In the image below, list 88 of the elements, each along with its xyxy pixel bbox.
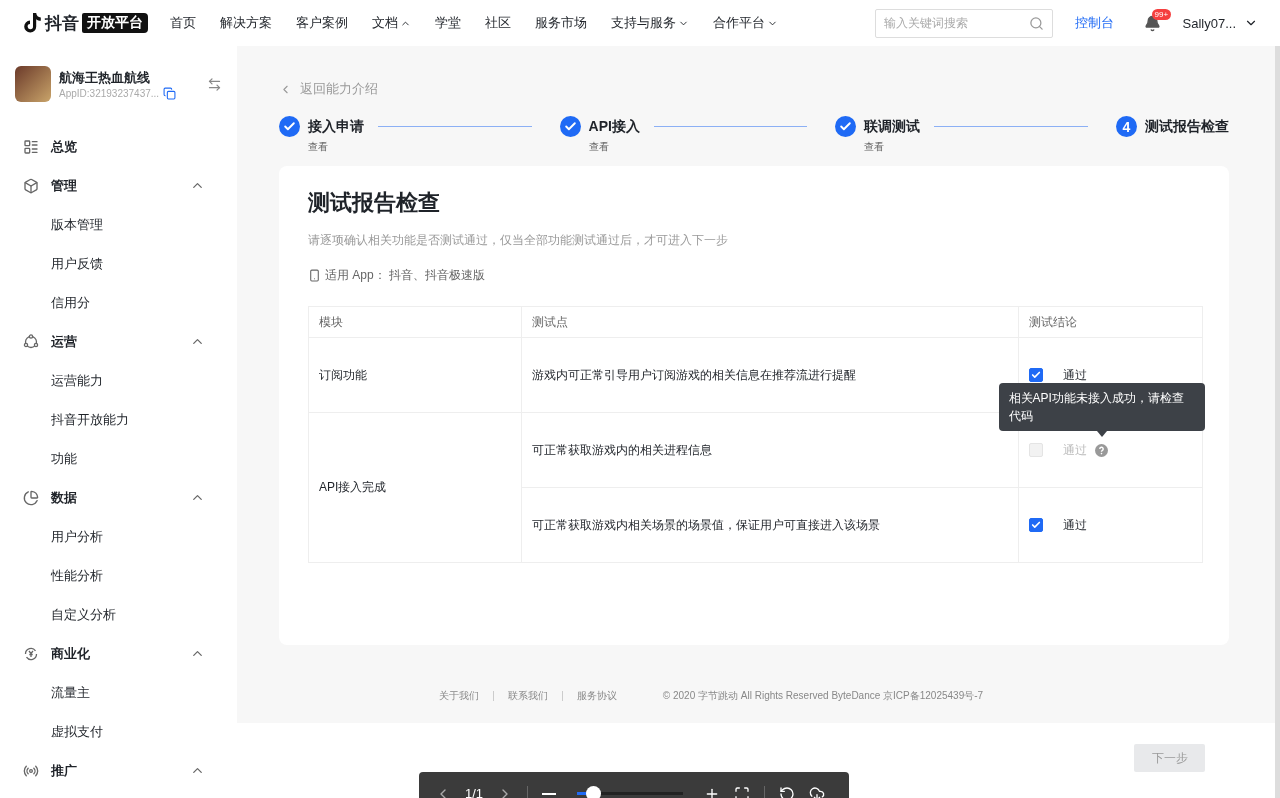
checkbox[interactable]: [1029, 518, 1044, 532]
group-label: 运营: [51, 332, 78, 351]
group-label: 推广: [51, 761, 78, 780]
nav-link[interactable]: 合作平台: [713, 14, 778, 32]
download-button[interactable]: [809, 786, 826, 798]
group-label: 管理: [51, 176, 78, 195]
sidebar-item[interactable]: 自定义分析: [0, 595, 237, 634]
sidebar-item[interactable]: 抖音开放能力: [0, 400, 237, 439]
notification-badge: 99+: [1151, 8, 1172, 20]
step-title: 接入申请: [308, 117, 364, 136]
circle-nodes-icon: [23, 333, 39, 350]
search-icon: [1028, 15, 1044, 31]
sidebar-group[interactable]: 数据: [0, 478, 237, 517]
console-link[interactable]: 控制台: [1074, 14, 1114, 32]
column-header: 测试点: [521, 306, 1019, 338]
tooltip-arrow: [1096, 430, 1107, 437]
rotate-icon: [779, 786, 796, 798]
app-id: AppID:32193237437...: [59, 87, 160, 99]
music-note-icon: [22, 12, 42, 34]
column-header: 测试结论: [1018, 306, 1203, 338]
group-label: 总览: [51, 137, 78, 156]
copy-icon[interactable]: [163, 86, 177, 100]
nav-link[interactable]: 文档: [372, 14, 411, 32]
nav-link[interactable]: 服务市场: [535, 14, 587, 32]
checkbox[interactable]: [1029, 368, 1044, 382]
module-cell: 订阅功能: [308, 337, 522, 413]
footer-link[interactable]: 服务协议: [576, 689, 617, 703]
sidebar-group[interactable]: 推广: [0, 751, 237, 790]
step-title: API接入: [588, 117, 640, 136]
app-name: 航海王热血航线: [59, 68, 151, 87]
result-label: 通过: [1063, 441, 1088, 459]
nav-link[interactable]: 首页: [170, 14, 196, 32]
sidebar-item[interactable]: 功能: [0, 439, 237, 478]
sidebar-group[interactable]: 运营: [0, 322, 237, 361]
sidebar-item[interactable]: 流量主: [0, 673, 237, 712]
slider-thumb[interactable]: [585, 786, 601, 798]
user-menu[interactable]: Sally07...: [1182, 15, 1258, 31]
sidebar-item[interactable]: 用户分析: [0, 517, 237, 556]
step-view-link[interactable]: 查看: [864, 140, 921, 154]
switch-icon[interactable]: [207, 76, 222, 92]
nav-link[interactable]: 客户案例: [296, 14, 348, 32]
group-label: 数据: [51, 488, 78, 507]
step-view-link[interactable]: 查看: [588, 140, 640, 154]
footer-link[interactable]: 关于我们: [438, 689, 479, 703]
phone-icon: [308, 269, 321, 282]
copyright-text: © 2020 字节跳动 All Rights Reserved ByteDance 京ICP备12025439号-7: [662, 689, 984, 703]
sidebar-item[interactable]: 虚拟支付: [0, 712, 237, 751]
step-number: 4: [1116, 116, 1137, 137]
step-view-link[interactable]: 查看: [308, 140, 364, 154]
tooltip: 相关API功能未接入成功，请检查代码: [998, 382, 1205, 431]
sidebar-item[interactable]: 信用分: [0, 283, 237, 322]
nav-link[interactable]: 学堂: [435, 14, 461, 32]
result-label: 通过: [1063, 366, 1088, 384]
sidebar-group[interactable]: 管理: [0, 166, 237, 205]
nav-link[interactable]: 社区: [485, 14, 511, 32]
card-description: 请逐项确认相关功能是否测试通过，仅当全部功能测试通过后，才可进入下一步: [308, 232, 729, 249]
sidebar-item[interactable]: 用户反馈: [0, 244, 237, 283]
step-title: 联调测试: [864, 117, 921, 136]
card-title: 测试报告检查: [308, 189, 441, 217]
column-header: 模块: [308, 306, 522, 338]
sidebar-group[interactable]: 商业化: [0, 634, 237, 673]
nav-link[interactable]: 支持与服务: [611, 14, 689, 32]
step-title: 测试报告检查: [1145, 117, 1229, 136]
test-point-cell: 可正常获取游戏内相关场景的场景值，保证用户可直接进入该场景: [521, 487, 1019, 563]
logo-tag: 开放平台: [82, 13, 148, 33]
fit-icon: [734, 786, 751, 798]
sidebar-item[interactable]: 性能分析: [0, 556, 237, 595]
help-icon[interactable]: [1095, 443, 1109, 457]
apps-text: 适用 App： 抖音、抖音极速版: [325, 267, 486, 284]
pie-chart-icon: [23, 489, 39, 506]
result-label: 通过: [1063, 516, 1088, 534]
download-icon: [809, 786, 826, 798]
sidebar-item[interactable]: 运营能力: [0, 361, 237, 400]
footer-link[interactable]: 联系我们: [507, 689, 548, 703]
group-label: 商业化: [51, 644, 91, 663]
list-icon: [23, 138, 39, 155]
page-counter: 1/1: [465, 786, 484, 798]
yen-cycle-icon: [23, 645, 39, 662]
nav-link[interactable]: 解决方案: [220, 14, 272, 32]
rotate-button[interactable]: [779, 786, 796, 798]
cube-icon: [23, 177, 39, 194]
module-cell: API接入完成: [308, 412, 522, 563]
logo-text: 抖音: [45, 12, 79, 35]
app-avatar-placeholder: [15, 66, 51, 102]
sidebar-item[interactable]: 版本管理: [0, 205, 237, 244]
sidebar-group[interactable]: 总览: [0, 127, 237, 166]
fit-page-button[interactable]: [734, 786, 751, 798]
minus-icon: [542, 793, 557, 795]
